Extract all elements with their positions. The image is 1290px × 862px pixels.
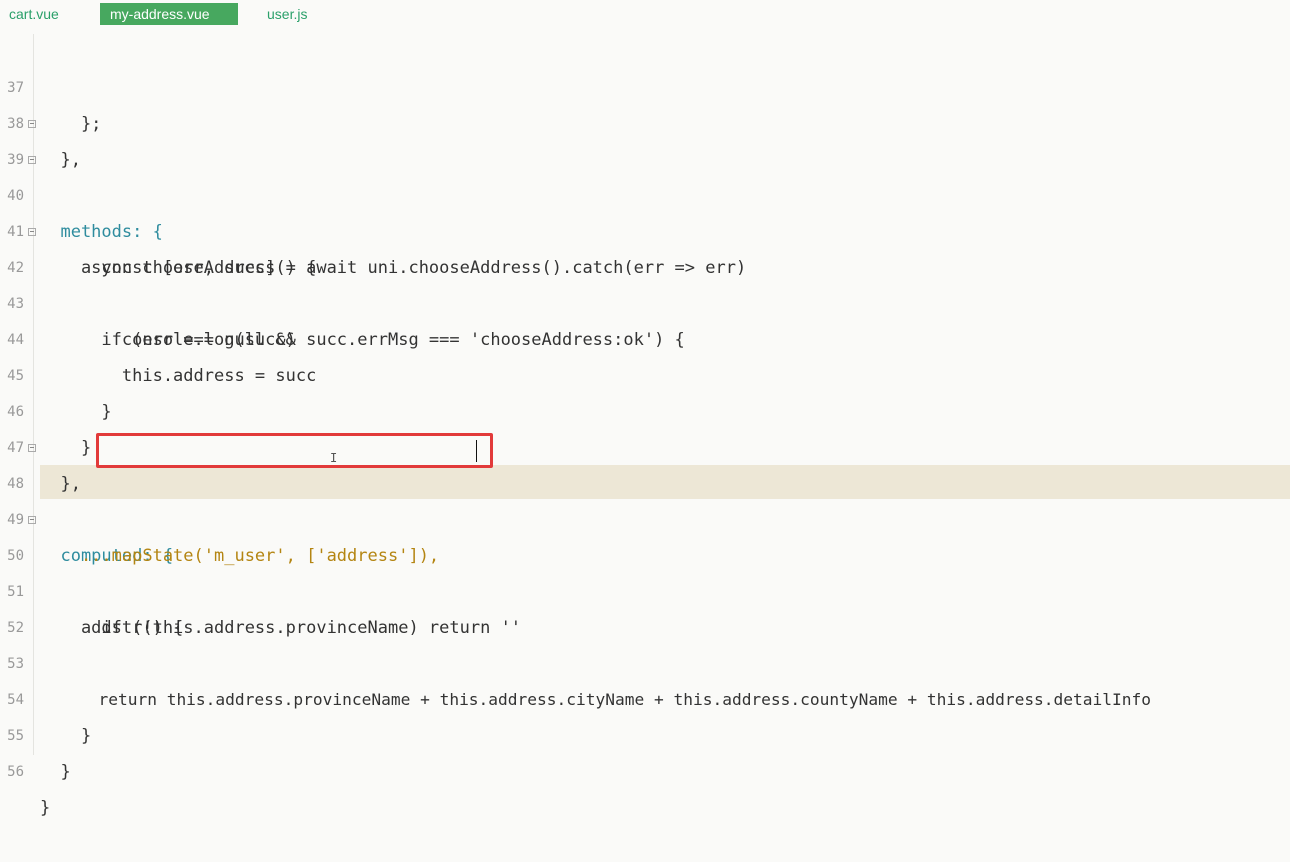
code-line: 46 } [0,358,1290,458]
code-text: } [40,762,71,782]
code-line-current: 49 ...mapState('m_user', ['address']), [0,466,1290,566]
code-line: 47 }, [0,394,1290,494]
code-line: 43 console.log(succ) [0,250,1290,350]
code-line: 51 if (!this.address.provinceName) retur… [0,538,1290,638]
tab-my-address-vue[interactable]: my-address.vue [100,3,238,25]
code-line: 54 } [0,646,1290,746]
fold-toggle-icon[interactable] [28,444,36,452]
line-number: 56 [7,764,24,780]
code-line: 50 addstr() { [0,502,1290,638]
code-line: 37 }; [0,34,1290,134]
code-text: } [40,798,51,818]
code-editor[interactable]: 37 }; 38 }, 39 methods: { 40 async choos… [0,34,1290,818]
code-line: 56 } [0,718,1290,818]
code-line: 53 return this.address.provinceName + th… [0,610,1290,709]
code-line: 40 async chooseAddress() { [0,142,1290,278]
code-line: 41 const [err, succ] = await uni.chooseA… [0,178,1290,278]
text-caret [476,440,477,462]
tab-user-js[interactable]: user.js [267,3,307,25]
code-line: 44 this.address = succ [0,286,1290,386]
code-line: 45 } [0,322,1290,422]
tab-bar: cart.vue my-address.vue user.js [0,0,1290,30]
fold-toggle-icon[interactable] [28,516,36,524]
tab-cart-vue[interactable]: cart.vue [9,3,59,25]
code-line: 52 [0,574,1290,636]
code-line: 55 } [0,682,1290,782]
code-line: 42 if (err === null && succ.errMsg === '… [0,214,1290,350]
fold-toggle-icon[interactable] [28,228,36,236]
highlight-box [96,433,493,468]
code-line: 38 }, [0,70,1290,170]
fold-toggle-icon[interactable] [28,156,36,164]
code-line: 39 methods: { [0,106,1290,242]
fold-toggle-icon[interactable] [28,120,36,128]
ibeam-cursor-icon: I [330,451,338,465]
